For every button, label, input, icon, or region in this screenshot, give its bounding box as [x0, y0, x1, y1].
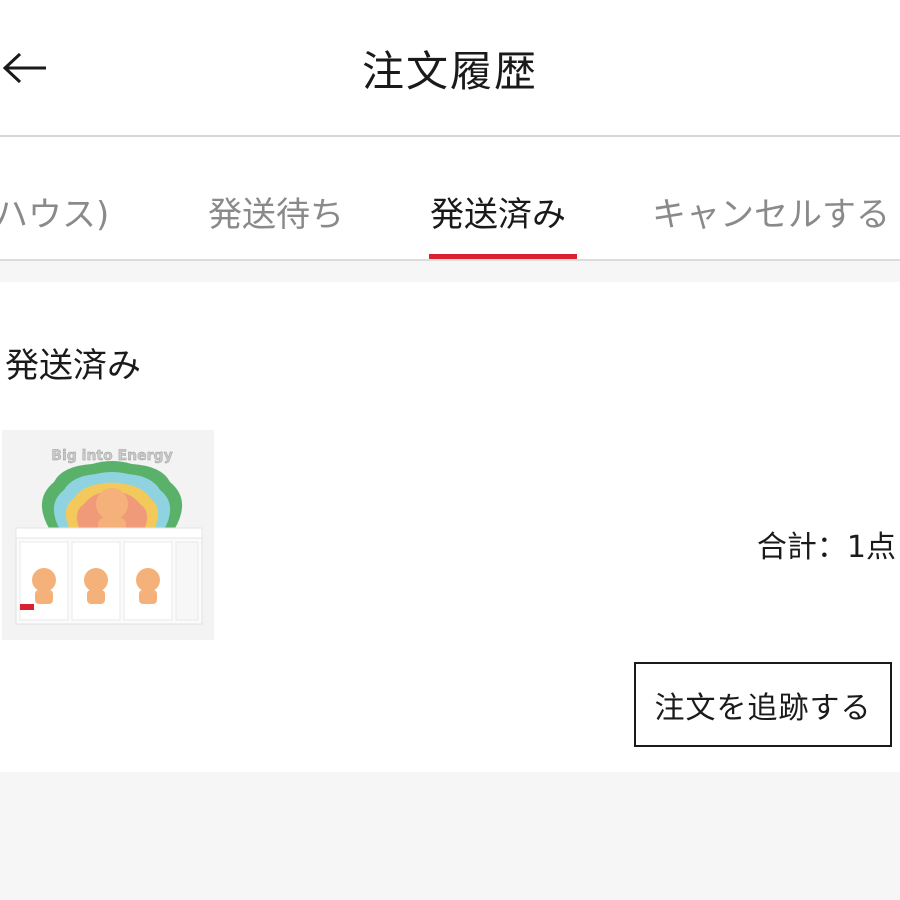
order-card: 発送済み Big into Energy 合計：1点 注文を追跡する [0, 282, 900, 772]
product-image: Big into Energy [2, 430, 214, 640]
tab-warehouse[interactable]: ハウス) [0, 187, 109, 236]
track-order-button[interactable]: 注文を追跡する [634, 662, 892, 747]
tab-shipped[interactable]: 発送済み [430, 187, 566, 236]
product-thumbnail[interactable]: Big into Energy [2, 430, 214, 640]
order-total: 合計：1点 [756, 530, 896, 565]
tabbar-divider [0, 259, 900, 261]
app-header: 注文履歴 [0, 0, 900, 135]
page-title: 注文履歴 [361, 47, 538, 96]
tab-awaiting-shipment[interactable]: 発送待ち [208, 187, 344, 236]
order-status-tabs: ハウス) 発送待ち 発送済み キャンセルする [0, 137, 900, 259]
order-status-label: 発送済み [5, 346, 141, 386]
tab-cancelled[interactable]: キャンセルする [652, 187, 890, 236]
product-image-title: Big into Energy [51, 448, 172, 464]
